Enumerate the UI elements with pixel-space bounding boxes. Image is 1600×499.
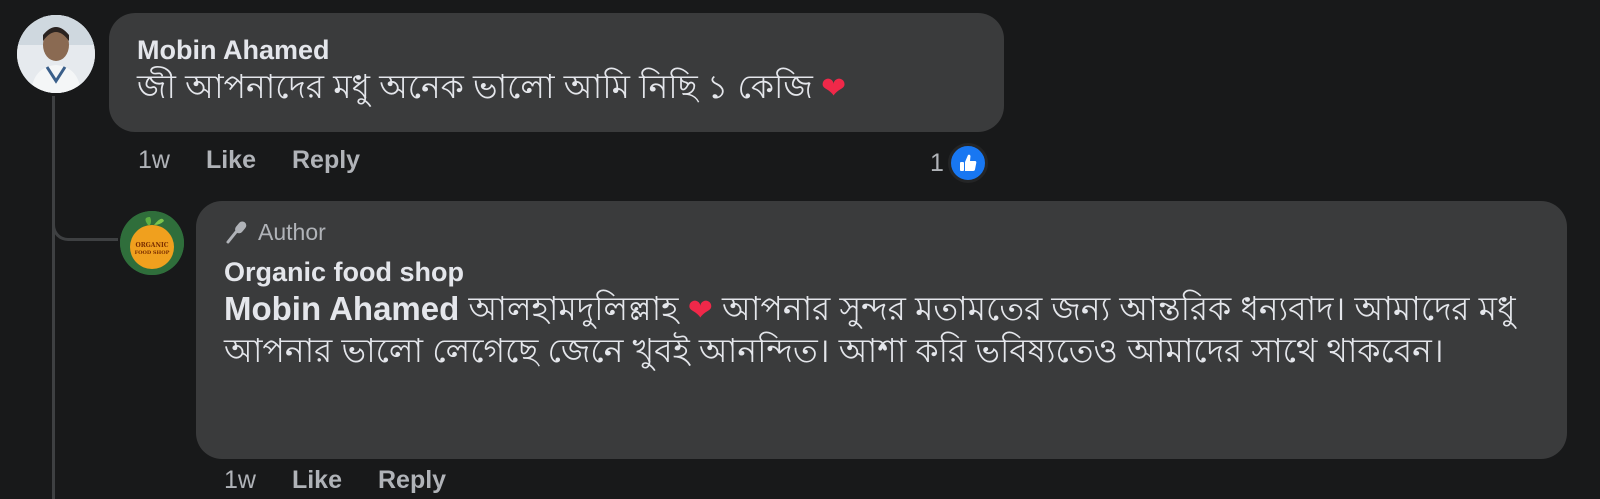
svg-text:ORGANIC: ORGANIC [135,242,168,249]
user-photo-icon [17,15,95,93]
mention-link[interactable]: Mobin Ahamed [224,290,459,327]
comment-actions: 1w Like Reply [138,146,360,175]
reply-timestamp[interactable]: 1w [224,466,256,495]
thread-branch-line [52,205,118,241]
reply-text: Mobin Ahamed আলহামদুলিল্লাহ ❤ আপনার সুন্… [224,289,1539,371]
reaction-count: 1 [930,148,944,177]
red-heart-icon: ❤ [687,294,713,327]
reply-bubble: Author Organic food shop Mobin Ahamed আল… [196,201,1567,459]
author-badge: Author [224,217,1539,247]
thread-line [52,96,55,499]
like-thumb-icon [947,143,988,183]
organic-logo-icon: ORGANIC FOOD SHOP [120,211,184,275]
comment-timestamp[interactable]: 1w [138,146,170,175]
svg-text:FOOD SHOP: FOOD SHOP [135,250,170,256]
avatar[interactable] [17,15,95,93]
comment-body: জী আপনাদের মধু অনেক ভালো আমি নিছি ১ কেজি [137,68,813,105]
reaction-summary[interactable]: 1 [930,143,988,183]
author-badge-label: Author [258,219,326,245]
reply-author-name[interactable]: Organic food shop [224,255,1539,289]
comment-author-name[interactable]: Mobin Ahamed [137,33,976,67]
reply-body-part1: আলহামদুলিল্লাহ [459,290,688,327]
microphone-icon [226,221,247,244]
comment-text: জী আপনাদের মধু অনেক ভালো আমি নিছি ১ কেজি… [137,67,976,109]
reply-button[interactable]: Reply [378,466,446,495]
comment-bubble: Mobin Ahamed জী আপনাদের মধু অনেক ভালো আম… [109,13,1004,132]
like-button[interactable]: Like [292,466,342,495]
like-button[interactable]: Like [206,146,256,175]
reply-button[interactable]: Reply [292,146,360,175]
red-heart-icon: ❤ [820,72,847,105]
reply-actions: 1w Like Reply [224,466,446,495]
comment-thread: Mobin Ahamed জী আপনাদের মধু অনেক ভালো আম… [0,0,1600,499]
shop-avatar[interactable]: ORGANIC FOOD SHOP [120,211,184,275]
